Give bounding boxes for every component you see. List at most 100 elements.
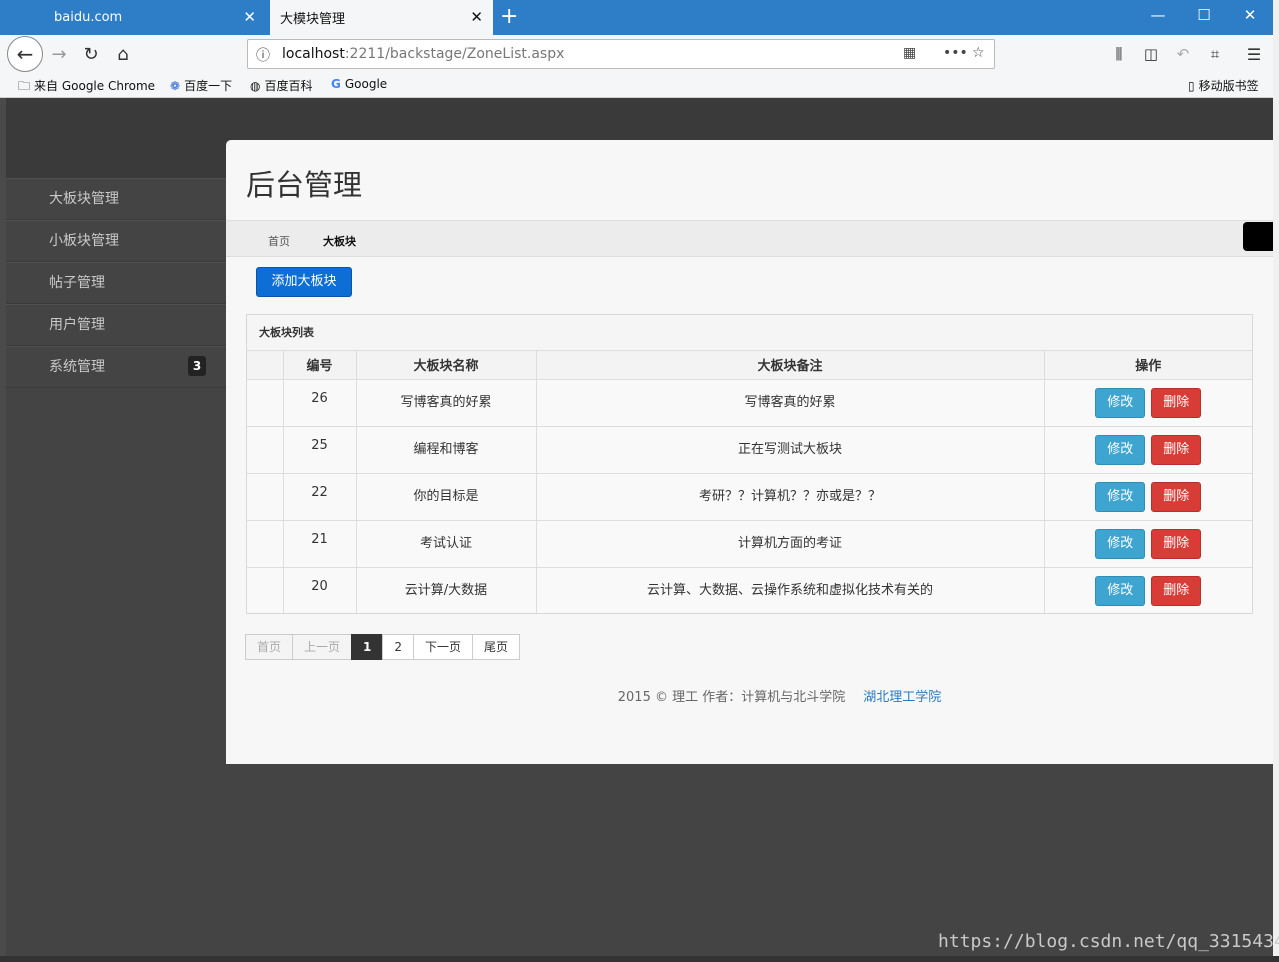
row-select-cell bbox=[247, 379, 284, 427]
page-title: 后台管理 bbox=[246, 168, 363, 202]
cell-id: 21 bbox=[283, 520, 357, 568]
close-tab-icon[interactable]: ✕ bbox=[243, 8, 256, 26]
black-edge-tab bbox=[1243, 222, 1273, 251]
cell-note: 正在写测试大板块 bbox=[536, 426, 1045, 474]
delete-button[interactable]: 删除 bbox=[1151, 528, 1202, 559]
cell-id: 20 bbox=[283, 567, 357, 614]
reload-icon[interactable]: ↻ bbox=[76, 39, 106, 69]
maximize-icon[interactable]: ☐ bbox=[1189, 6, 1219, 24]
cell-note: 计算机方面的考证 bbox=[536, 520, 1045, 568]
sidebar-item-subzone[interactable]: 小板块管理 bbox=[6, 220, 226, 262]
tab-baidu[interactable]: baidu.com ✕ bbox=[44, 0, 266, 35]
row-select-cell bbox=[247, 520, 284, 568]
cell-note: 云计算、大数据、云操作系统和虚拟化技术有关的 bbox=[536, 567, 1045, 614]
edit-button[interactable]: 修改 bbox=[1095, 387, 1146, 418]
footer: 2015 © 理工 作者：计算机与北斗学院 湖北理工学院 bbox=[226, 686, 1273, 705]
back-arrow-icon[interactable]: ← bbox=[7, 36, 43, 72]
bookmark-baike[interactable]: ◍ 百度百科 bbox=[250, 77, 313, 94]
footer-text: 2015 © 理工 作者：计算机与北斗学院 bbox=[617, 690, 846, 705]
sidebar-item-posts[interactable]: 帖子管理 bbox=[6, 262, 226, 304]
page-actions-icon[interactable]: ••• bbox=[943, 45, 968, 61]
pager-page-1[interactable]: 1 bbox=[351, 634, 384, 660]
row-select-cell bbox=[247, 473, 284, 521]
cell-name: 你的目标是 bbox=[356, 473, 537, 521]
edit-button[interactable]: 修改 bbox=[1095, 528, 1146, 559]
pager-prev[interactable]: 上一页 bbox=[292, 634, 353, 660]
sidebar-item-zone[interactable]: 大板块管理 bbox=[6, 178, 226, 220]
cell-actions: 修改 删除 bbox=[1044, 379, 1252, 427]
sidebar-toggle-icon[interactable]: ◫ bbox=[1136, 39, 1166, 69]
delete-button[interactable]: 删除 bbox=[1151, 387, 1202, 418]
footer-link[interactable]: 湖北理工学院 bbox=[863, 690, 941, 705]
sidebar: 大板块管理 小板块管理 帖子管理 用户管理 系统管理 3 bbox=[6, 178, 226, 388]
tab-zone-management[interactable]: 大模块管理 ✕ bbox=[270, 0, 493, 35]
library-icon[interactable]: ⫼ bbox=[1104, 39, 1134, 69]
forward-arrow-icon[interactable]: → bbox=[44, 39, 74, 69]
table-row: 26 写博客真的好累 写博客真的好累 修改 删除 bbox=[247, 379, 1252, 427]
background-window-edge bbox=[1273, 0, 1279, 962]
col-header-actions: 操作 bbox=[1044, 351, 1252, 380]
site-info-icon[interactable]: ⓘ bbox=[256, 45, 270, 65]
browser-tab-strip: baidu.com ✕ 大模块管理 ✕ + — ☐ ✕ bbox=[0, 0, 1279, 35]
watermark: https://blog.csdn.net/qq_33154343 bbox=[938, 931, 1279, 952]
table-header-row: 编号 大板块名称 大板块备注 操作 bbox=[247, 351, 1252, 380]
edit-button[interactable]: 修改 bbox=[1095, 481, 1146, 512]
pagination: 首页 上一页 1 2 下一页 尾页 bbox=[245, 634, 521, 660]
crop-screenshot-icon[interactable]: ⌗ bbox=[1200, 39, 1230, 69]
breadcrumb-current: 大板块 bbox=[323, 235, 356, 248]
cell-note: 考研？？计算机？？亦或是？？ bbox=[536, 473, 1045, 521]
sidebar-item-users[interactable]: 用户管理 bbox=[6, 304, 226, 346]
tab-label: baidu.com bbox=[54, 10, 123, 25]
cell-id: 22 bbox=[283, 473, 357, 521]
paw-icon: ❁ bbox=[170, 79, 181, 93]
edit-button[interactable]: 修改 bbox=[1095, 575, 1146, 606]
menu-icon[interactable]: ☰ bbox=[1239, 39, 1269, 69]
cell-note: 写博客真的好累 bbox=[536, 379, 1045, 427]
cell-actions: 修改 删除 bbox=[1044, 520, 1252, 568]
delete-button[interactable]: 删除 bbox=[1151, 575, 1202, 606]
col-header-select bbox=[247, 351, 284, 380]
address-bar[interactable]: ⓘ localhost:2211/backstage/ZoneList.aspx… bbox=[247, 39, 995, 69]
google-icon: G bbox=[331, 77, 341, 91]
breadcrumb-home[interactable]: 首页 bbox=[268, 233, 290, 249]
sidebar-item-system[interactable]: 系统管理 3 bbox=[6, 346, 226, 388]
cell-name: 云计算/大数据 bbox=[356, 567, 537, 614]
phone-icon: ▯ bbox=[1188, 79, 1195, 93]
page-viewport: 大板块管理 小板块管理 帖子管理 用户管理 系统管理 3 后台管理 首页 大板块 … bbox=[6, 98, 1273, 956]
bookmark-star-icon[interactable]: ☆ bbox=[972, 45, 985, 61]
cell-actions: 修改 删除 bbox=[1044, 426, 1252, 474]
delete-button[interactable]: 删除 bbox=[1151, 434, 1202, 465]
breadcrumb: 首页 大板块 bbox=[226, 220, 1273, 257]
navigation-toolbar: ← → ↻ ⌂ ⓘ localhost:2211/backstage/ZoneL… bbox=[0, 35, 1279, 73]
pager-page-2[interactable]: 2 bbox=[382, 634, 415, 660]
bottom-edge-strip bbox=[0, 956, 1279, 962]
count-badge: 3 bbox=[188, 356, 206, 376]
pager-next[interactable]: 下一页 bbox=[413, 634, 474, 660]
cell-name: 编程和博客 bbox=[356, 426, 537, 474]
minimize-icon[interactable]: — bbox=[1143, 6, 1173, 24]
close-tab-icon[interactable]: ✕ bbox=[470, 8, 483, 26]
table-row: 20 云计算/大数据 云计算、大数据、云操作系统和虚拟化技术有关的 修改 删除 bbox=[247, 567, 1252, 614]
tab-label: 大模块管理 bbox=[280, 12, 346, 27]
qr-code-icon[interactable]: ▦ bbox=[903, 45, 916, 61]
cell-name: 写博客真的好累 bbox=[356, 379, 537, 427]
bookmark-google[interactable]: G Google bbox=[331, 77, 387, 91]
pager-last[interactable]: 尾页 bbox=[472, 634, 521, 660]
col-header-id: 编号 bbox=[283, 351, 357, 380]
undo-icon[interactable]: ↶ bbox=[1168, 39, 1198, 69]
bookmark-chrome-folder[interactable]: 🗀 来自 Google Chrome bbox=[18, 77, 155, 98]
home-icon[interactable]: ⌂ bbox=[108, 39, 138, 69]
folder-icon: 🗀 bbox=[18, 79, 31, 93]
edit-button[interactable]: 修改 bbox=[1095, 434, 1146, 465]
delete-button[interactable]: 删除 bbox=[1151, 481, 1202, 512]
mobile-bookmarks[interactable]: ▯ 移动版书签 bbox=[1188, 77, 1259, 94]
new-tab-icon[interactable]: + bbox=[500, 4, 518, 30]
cell-actions: 修改 删除 bbox=[1044, 567, 1252, 614]
pager-first[interactable]: 首页 bbox=[245, 634, 294, 660]
table-row: 25 编程和博客 正在写测试大板块 修改 删除 bbox=[247, 426, 1252, 474]
cell-name: 考试认证 bbox=[356, 520, 537, 568]
window-close-icon[interactable]: ✕ bbox=[1235, 6, 1265, 24]
add-zone-button[interactable]: 添加大板块 bbox=[256, 267, 352, 297]
url-text[interactable]: localhost:2211/backstage/ZoneList.aspx bbox=[282, 46, 564, 62]
bookmark-baidu[interactable]: ❁ 百度一下 bbox=[170, 77, 232, 94]
